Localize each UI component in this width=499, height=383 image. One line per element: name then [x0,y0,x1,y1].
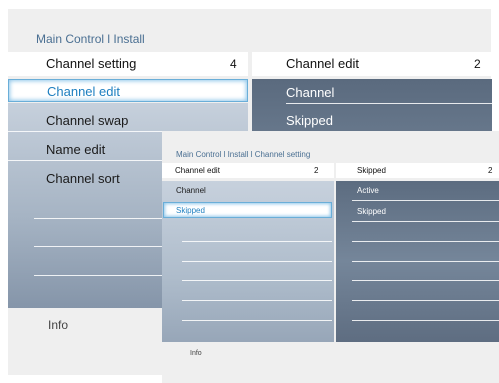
menu-item-channel[interactable]: Channel [286,85,334,100]
menu-divider [286,103,492,104]
menu-item-skipped[interactable]: Skipped [357,207,386,216]
menu-item-channel-edit[interactable]: Channel edit [8,79,248,102]
header-label: Channel edit [175,166,220,175]
menu-divider [34,275,164,276]
menu-divider [34,218,164,219]
breadcrumb: Main Control l Install l Channel setting [176,150,311,159]
menu-divider [182,300,332,301]
info-label: Info [48,318,69,332]
menu-divider [352,200,499,201]
header-count: 2 [474,57,481,71]
menu-item-label: Skipped [176,206,205,215]
skipped-header: Skipped 2 [336,163,499,178]
breadcrumb: Main Control l Install [36,32,145,46]
info-label: Info [190,350,202,357]
menu-item-active[interactable]: Active [357,186,379,195]
menu-divider [182,261,332,262]
channel-setting-header: Channel setting 4 [8,52,248,76]
menu-divider [352,300,499,301]
menu-item-channel-sort[interactable]: Channel sort [46,171,120,186]
menu-item-channel-swap[interactable]: Channel swap [46,113,128,128]
menu-divider [352,241,499,242]
menu-divider [352,221,499,222]
menu-divider [352,280,499,281]
header-label: Channel edit [286,56,359,71]
menu-item-label: Channel edit [47,84,120,99]
menu-item-skipped[interactable]: Skipped [163,202,332,218]
menu-item-name-edit[interactable]: Name edit [46,142,105,157]
header-count: 2 [314,166,319,175]
menu-divider [182,280,332,281]
header-label: Skipped [357,166,386,175]
menu-divider [182,320,332,321]
channel-edit-header: Channel edit 2 [162,163,334,178]
menu-divider [34,246,164,247]
menu-divider [352,261,499,262]
channel-edit-header: Channel edit 2 [252,52,492,76]
header-count: 2 [488,166,493,175]
menu-divider [182,241,332,242]
header-label: Channel setting [46,56,137,71]
menu-divider [352,320,499,321]
menu-item-skipped[interactable]: Skipped [286,113,333,128]
menu-item-channel[interactable]: Channel [176,186,206,195]
header-count: 4 [230,57,237,71]
